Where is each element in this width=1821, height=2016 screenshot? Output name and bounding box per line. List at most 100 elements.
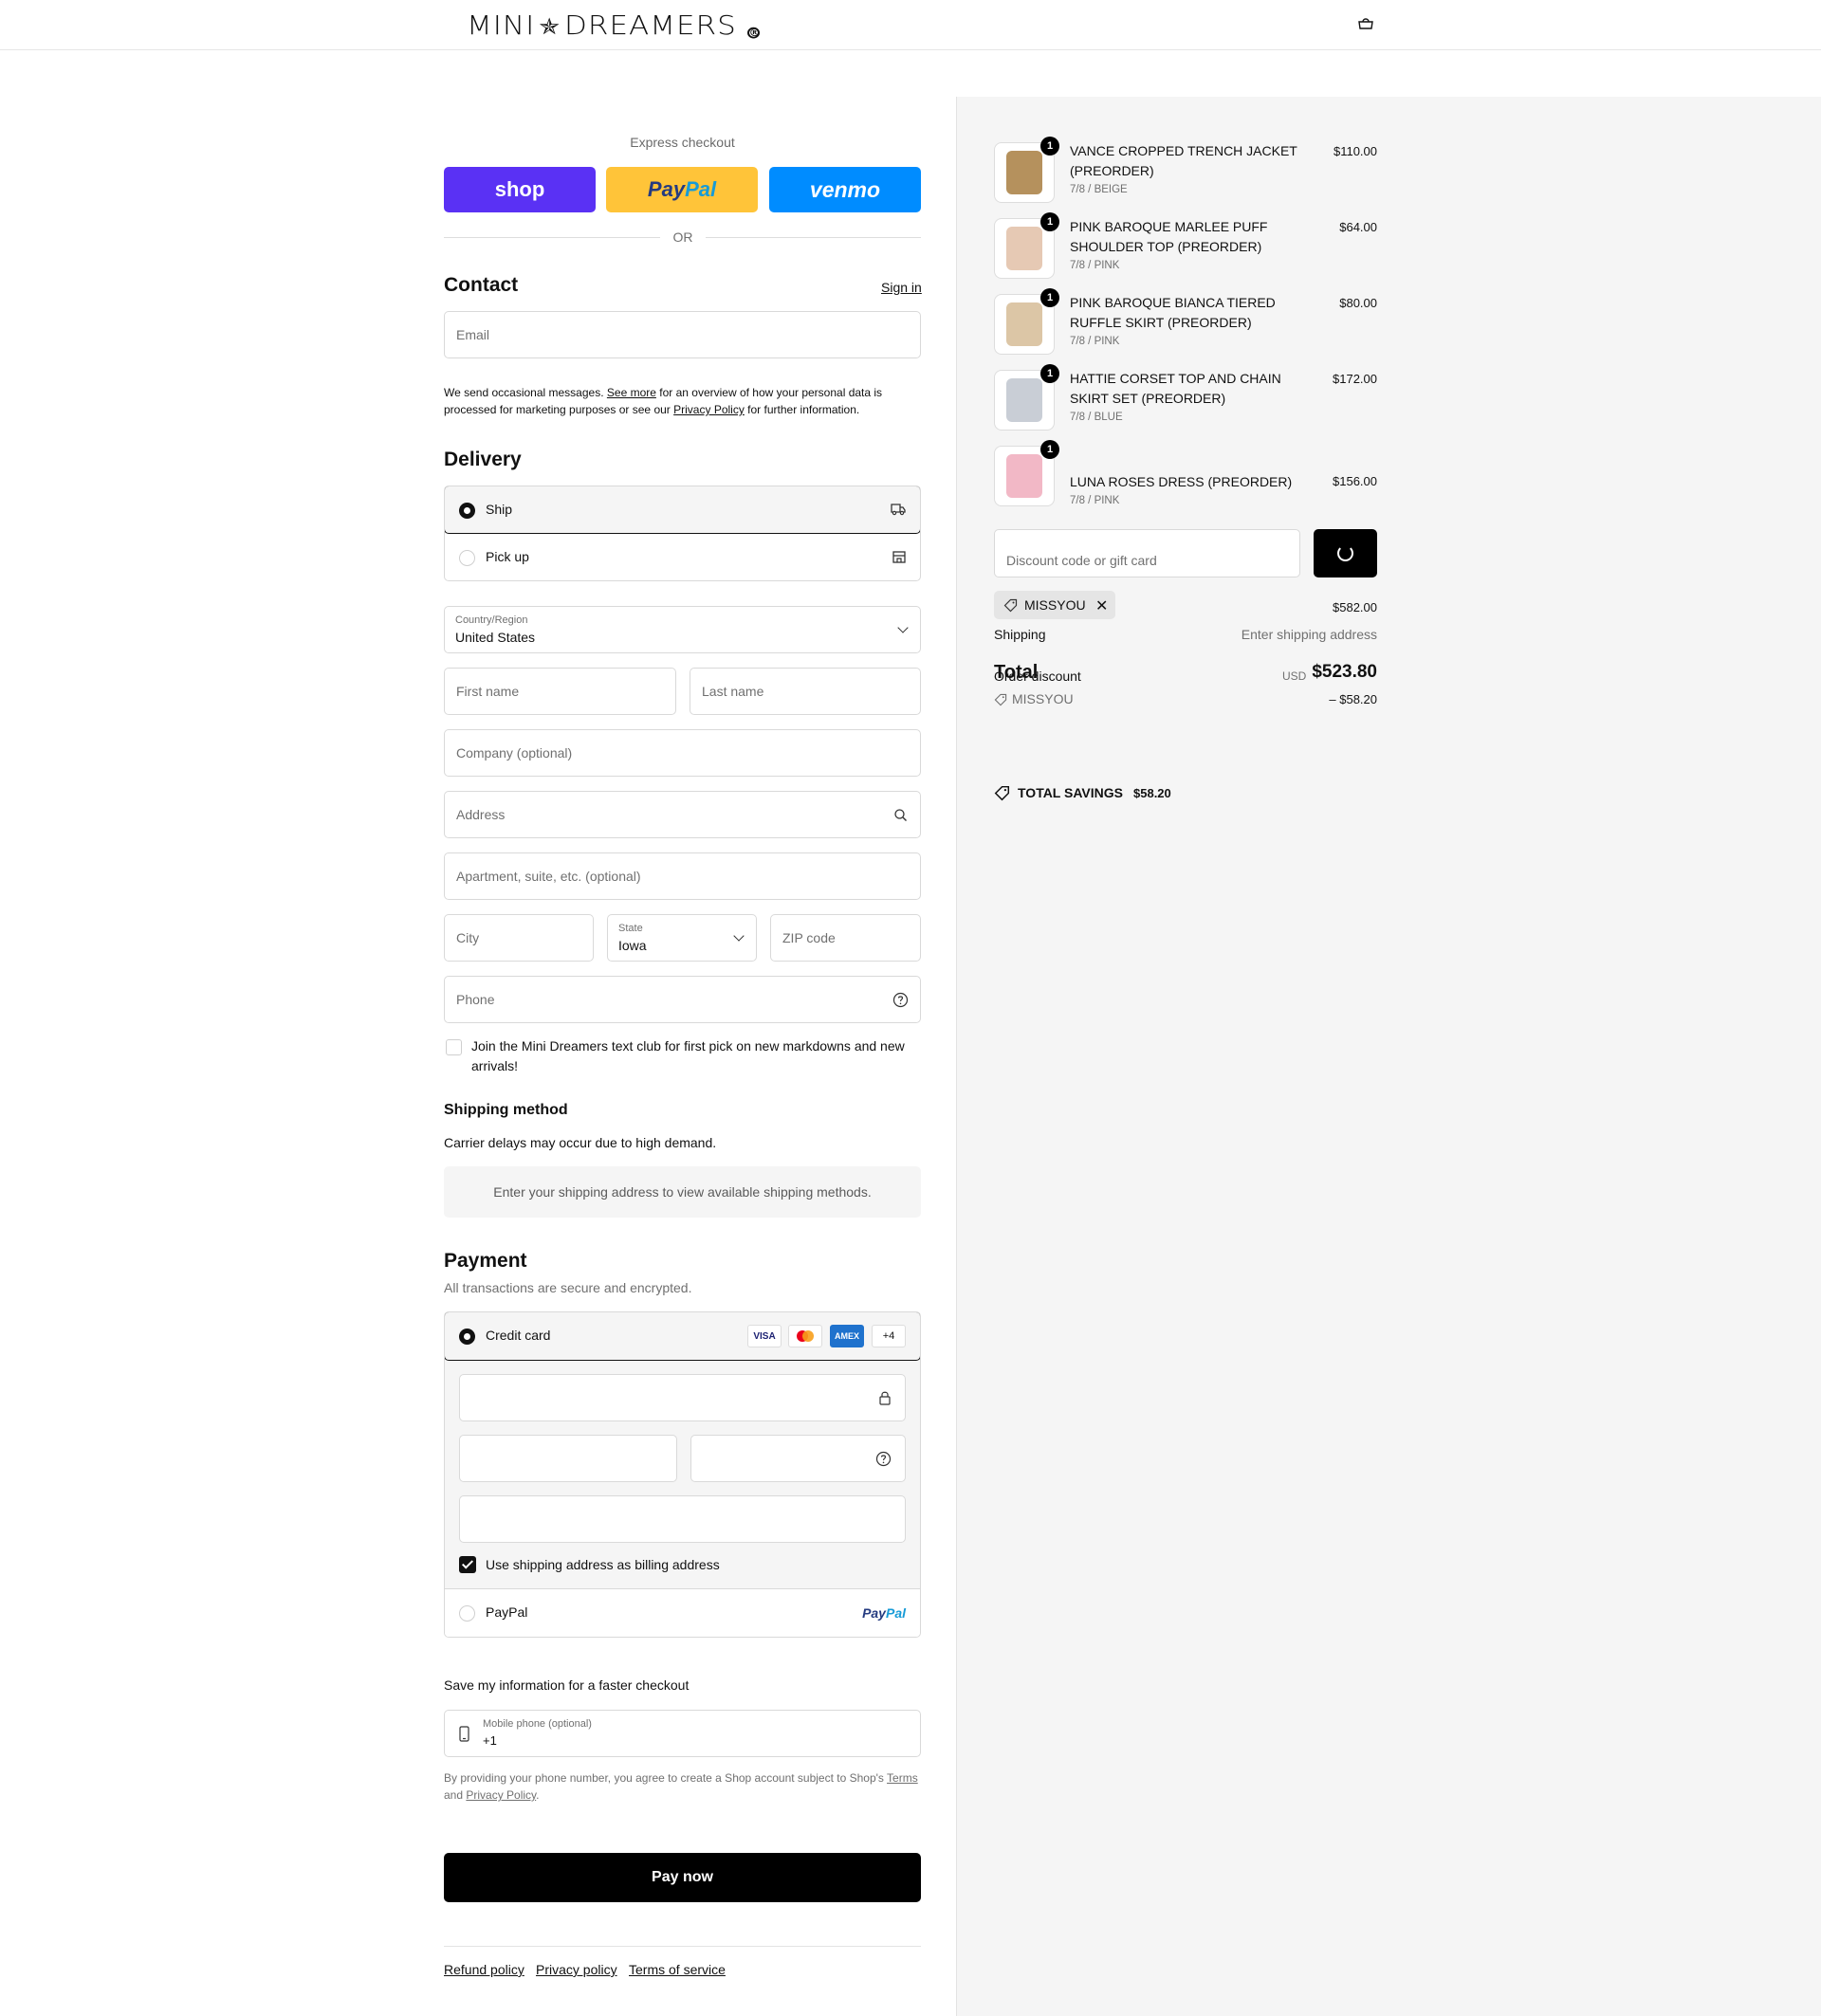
- help-icon[interactable]: [892, 992, 909, 1008]
- phone-placeholder: Phone: [456, 992, 495, 1007]
- logo-text-2: DREAMERS: [564, 9, 737, 42]
- address-field[interactable]: Address: [444, 791, 921, 838]
- address-placeholder: Address: [456, 807, 506, 822]
- phone-field[interactable]: Phone: [444, 976, 921, 1023]
- paypal-logo-a: Pay: [862, 1605, 886, 1621]
- quantity-badge: 1: [1040, 440, 1059, 459]
- sign-in-link[interactable]: Sign in: [881, 280, 922, 295]
- discount-value: – $58.20: [1329, 692, 1377, 706]
- state-select[interactable]: State Iowa: [607, 914, 757, 962]
- last-name-field[interactable]: Last name: [690, 668, 921, 715]
- remove-discount-icon[interactable]: ✕: [1095, 596, 1108, 615]
- marketing-notice: We send occasional messages. See more fo…: [444, 384, 921, 418]
- product-thumbnail: 1: [994, 364, 1059, 431]
- product-image: [1006, 151, 1042, 194]
- product-name: PINK BAROQUE BIANCA TIERED RUFFLE SKIRT …: [1070, 295, 1276, 330]
- pickup-option[interactable]: Pick up: [445, 534, 920, 580]
- mobile-phone-field[interactable]: Mobile phone (optional) +1: [444, 1710, 921, 1757]
- more-cards-badge: +4: [872, 1325, 906, 1347]
- product-image: [1006, 454, 1042, 498]
- refund-policy-link[interactable]: Refund policy: [444, 1962, 524, 1977]
- see-more-link[interactable]: See more: [607, 386, 656, 399]
- truck-icon: [890, 502, 907, 517]
- paypal-logo-b: Pal: [885, 1605, 906, 1621]
- shop-pay-button[interactable]: shop: [444, 167, 596, 212]
- first-name-placeholder: First name: [456, 684, 520, 699]
- product-price: $80.00: [1339, 296, 1377, 310]
- zip-field[interactable]: ZIP code: [770, 914, 921, 962]
- or-text: OR: [660, 229, 706, 245]
- header: MINI ✯ DREAMERS ®: [0, 0, 1821, 50]
- billing-checkbox[interactable]: [459, 1556, 476, 1573]
- text-club-checkbox[interactable]: [446, 1039, 462, 1055]
- logo-text: MINI: [467, 9, 536, 42]
- product-variant: 7/8 / BEIGE: [1070, 184, 1128, 195]
- venmo-button[interactable]: venmo: [769, 167, 921, 212]
- mobile-phone-icon: [459, 1726, 469, 1742]
- pay-now-button[interactable]: Pay now: [444, 1853, 921, 1902]
- product-thumbnail: 1: [994, 212, 1059, 279]
- total-value: $523.80: [1312, 662, 1377, 682]
- name-on-card-field[interactable]: [459, 1495, 906, 1543]
- privacy-policy-footer-link[interactable]: Privacy policy: [536, 1962, 617, 1977]
- apartment-field[interactable]: Apartment, suite, etc. (optional): [444, 852, 921, 900]
- product-price: $64.00: [1339, 220, 1377, 234]
- notice-text-3: for further information.: [747, 403, 860, 416]
- product-name: LUNA ROSES DRESS (PREORDER): [1070, 474, 1293, 489]
- country-select[interactable]: Country/Region United States: [444, 606, 921, 653]
- shop-terms-link[interactable]: Terms: [887, 1771, 918, 1785]
- paypal-express-button[interactable]: Pay Pal: [606, 167, 758, 212]
- total-savings-value: $58.20: [1133, 786, 1171, 800]
- product-price: $156.00: [1333, 474, 1377, 488]
- first-name-field[interactable]: First name: [444, 668, 676, 715]
- ship-option[interactable]: Ship: [445, 486, 920, 534]
- pickup-radio[interactable]: [459, 550, 475, 566]
- pickup-label: Pick up: [486, 549, 529, 564]
- product-image: [1006, 378, 1042, 422]
- amex-icon: AMEX: [830, 1325, 864, 1347]
- paypal-radio[interactable]: [459, 1605, 475, 1622]
- tag-icon: [994, 693, 1007, 706]
- paypal-option[interactable]: PayPal PayPal: [445, 1588, 920, 1637]
- ship-label: Ship: [486, 502, 513, 517]
- privacy-policy-link[interactable]: Privacy Policy: [673, 403, 745, 416]
- quantity-badge: 1: [1040, 137, 1059, 156]
- delivery-options: Ship Pick up: [444, 486, 921, 581]
- contact-title: Contact: [444, 274, 519, 296]
- logo[interactable]: MINI ✯ DREAMERS ®: [467, 9, 761, 42]
- total-savings-label: TOTAL SAVINGS: [1018, 785, 1123, 800]
- product-price: $172.00: [1333, 372, 1377, 386]
- terms-of-service-link[interactable]: Terms of service: [629, 1962, 726, 1977]
- cart-icon[interactable]: [1356, 16, 1375, 31]
- discount-code-field[interactable]: Discount code or gift card: [994, 529, 1300, 577]
- help-icon[interactable]: [875, 1451, 892, 1467]
- quantity-badge: 1: [1040, 212, 1059, 231]
- credit-card-radio[interactable]: [459, 1329, 475, 1345]
- shop-privacy-link[interactable]: Privacy Policy: [466, 1788, 536, 1802]
- credit-card-option[interactable]: Credit card VISA AMEX +4: [445, 1312, 920, 1361]
- apply-discount-button[interactable]: [1314, 529, 1377, 577]
- tag-icon: [994, 785, 1010, 801]
- email-field[interactable]: Email: [444, 311, 921, 358]
- state-label: State: [618, 923, 643, 934]
- company-field[interactable]: Company (optional): [444, 729, 921, 777]
- security-code-field[interactable]: [690, 1435, 906, 1482]
- shop-consent-text: By providing your phone number, you agre…: [444, 1769, 921, 1804]
- country-label: Country/Region: [455, 614, 528, 626]
- last-name-placeholder: Last name: [702, 684, 764, 699]
- lock-icon: [878, 1390, 892, 1405]
- shop-pay-label: shop: [494, 177, 545, 201]
- ship-radio[interactable]: [459, 503, 475, 519]
- product-variant: 7/8 / PINK: [1070, 336, 1120, 347]
- product-image: [1006, 227, 1042, 270]
- logo-star-icon: ✯: [539, 14, 561, 41]
- mobile-phone-value: +1: [483, 1733, 497, 1748]
- city-field[interactable]: City: [444, 914, 594, 962]
- product-image: [1006, 302, 1042, 346]
- zip-placeholder: ZIP code: [782, 930, 836, 945]
- applied-code-label: MISSYOU: [1024, 597, 1086, 613]
- search-icon: [893, 808, 908, 822]
- card-number-field[interactable]: [459, 1374, 906, 1421]
- expiry-field[interactable]: [459, 1435, 677, 1482]
- city-placeholder: City: [456, 930, 480, 945]
